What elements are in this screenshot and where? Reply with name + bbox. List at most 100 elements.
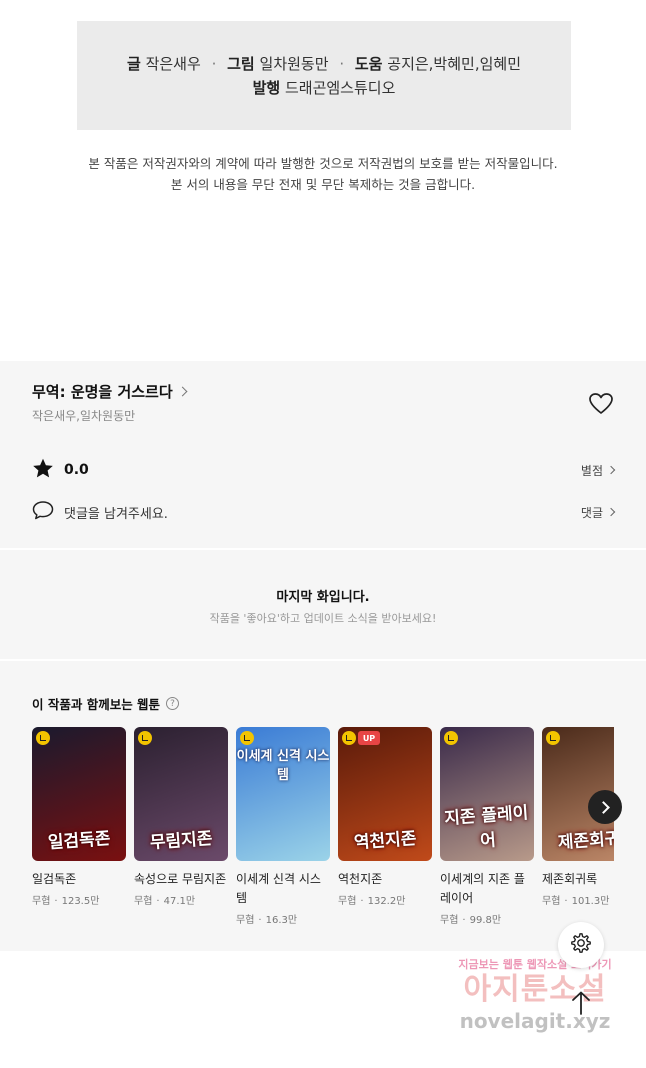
card-meta-separator: · [258, 915, 262, 926]
card-meta: 무협 · 47.1만 [134, 892, 228, 907]
cover-image: 일검독존 [32, 727, 126, 861]
gear-icon [569, 931, 593, 959]
up-badge: UP [358, 731, 380, 745]
recommendation-card[interactable]: 지존 플레이어이세계의 지존 플레이어무협 · 99.8만 [440, 727, 534, 926]
cover-logo-text: 지존 플레이어 [443, 803, 529, 852]
cover-logo-text: 일검독존 [47, 828, 112, 854]
chevron-right-icon [177, 386, 188, 397]
card-title: 이세계의 지존 플레이어 [440, 872, 525, 905]
card-views: 99.8만 [469, 915, 502, 926]
cover-image: 이세계 신격 시스템 [236, 727, 330, 861]
cover-image: UP 역천지존 [338, 727, 432, 861]
credit-role: 발행 [252, 79, 281, 97]
card-title: 속성으로 무림지존 [134, 872, 227, 886]
card-meta-separator: · [360, 896, 364, 907]
clock-icon [138, 731, 152, 745]
card-meta: 무협 · 99.8만 [440, 911, 534, 926]
heart-icon[interactable] [588, 392, 614, 416]
work-title-link[interactable]: 무역: 운명을 거스르다 [32, 381, 188, 402]
cover-logo-text: 이세계 신격 시스템 [236, 749, 330, 783]
card-meta: 무협 · 123.5만 [32, 892, 126, 907]
work-authors: 작은새우,일차원동만 [32, 409, 136, 423]
card-views: 47.1만 [163, 896, 196, 907]
recommendation-card[interactable]: 무림지존속성으로 무림지존무협 · 47.1만 [134, 727, 228, 907]
comment-prompt: 댓글을 남겨주세요. [64, 506, 168, 522]
chevron-right-icon [606, 507, 616, 517]
rating-link-label: 별점 [580, 463, 603, 478]
copyright-notice: 본 작품은 저작권자와의 계약에 따라 발행한 것으로 저작권법의 보호를 받는… [0, 153, 646, 195]
star-icon [32, 458, 54, 483]
chevron-right-icon [606, 465, 616, 475]
credits-line-1: 글 작은새우 · 그림 일차원동만 · 도움 공지은,박혜민,임혜민 [77, 52, 571, 76]
speech-bubble-icon [32, 500, 54, 524]
clock-icon [444, 731, 458, 745]
credit-name: 드래곤엠스튜디오 [284, 79, 396, 97]
credit-name: 일차원동만 [259, 55, 329, 73]
recommendations-heading: 이 작품과 함께보는 웹툰 ? [32, 694, 180, 713]
clock-icon [36, 731, 50, 745]
recommendations-heading-text: 이 작품과 함께보는 웹툰 [32, 697, 161, 712]
credit-role: 글 [126, 55, 141, 73]
work-title: 무역: 운명을 거스르다 [32, 383, 173, 401]
last-episode-title: 마지막 화입니다. [276, 590, 370, 605]
card-genre: 무협 [32, 896, 51, 907]
cover-image: 무림지존 [134, 727, 228, 861]
work-info-panel: 무역: 운명을 거스르다 작은새우,일차원동만 0.0 별점 댓글을 남겨주세요… [0, 361, 646, 548]
recommendation-card[interactable]: 일검독존 일검독존 무협 · 123.5만 [32, 727, 126, 907]
card-meta: 무협 · 16.3만 [236, 911, 330, 926]
clock-icon [342, 731, 356, 745]
card-views: 16.3만 [265, 915, 298, 926]
settings-button[interactable] [558, 922, 604, 968]
chevron-right-icon [596, 800, 610, 814]
credits-box: 글 작은새우 · 그림 일차원동만 · 도움 공지은,박혜민,임혜민 발행 드래… [77, 21, 571, 130]
card-meta-separator: · [564, 896, 568, 907]
card-title: 제존회귀록 [542, 872, 598, 886]
rating-link[interactable]: 별점 [580, 462, 616, 479]
credit-role: 도움 [354, 55, 383, 73]
comment-row[interactable]: 댓글을 남겨주세요. 댓글 [32, 500, 616, 524]
credit-name: 공지은,박혜민,임혜민 [387, 55, 522, 73]
help-icon[interactable]: ? [166, 697, 180, 710]
card-views: 101.3만 [571, 896, 610, 907]
carousel-next-button[interactable] [588, 790, 622, 824]
cover-logo-text: 제존회귀 [557, 828, 614, 854]
card-title: 일검독존 [32, 872, 77, 886]
credit-name: 작은새우 [145, 55, 201, 73]
cover-logo-text: 무림지존 [149, 828, 214, 854]
comment-link[interactable]: 댓글 [580, 504, 616, 521]
card-meta: 무협 · 101.3만 [542, 892, 614, 907]
card-views: 123.5만 [61, 896, 100, 907]
recommendation-carousel: 일검독존 일검독존 무협 · 123.5만 무림지존 속성으로 무림지존 무협 · 47.1만 이세… [32, 727, 614, 951]
cover-image: 지존 플레이어 [440, 727, 534, 861]
rating-value: 0.0 [64, 462, 89, 478]
rating-row: 0.0 별점 [32, 458, 616, 483]
copyright-line-2: 본 서의 내용을 무단 전재 및 무단 복제하는 것을 금합니다. [170, 177, 476, 192]
recommendations-panel: 이 작품과 함께보는 웹툰 ? 일검독존 일검독존 무협 · 123.5만 무림지존 속성으… [0, 661, 646, 951]
card-meta-separator: · [54, 896, 58, 907]
credit-separator: · [339, 55, 345, 73]
card-genre: 무협 [236, 915, 255, 926]
recommendation-card[interactable]: UP 역천지존 역천지존 무협 · 132.2만 [338, 727, 432, 907]
credit-separator: · [211, 55, 217, 73]
card-views: 132.2만 [367, 896, 406, 907]
last-episode-subtitle: 작품을 '좋아요'하고 업데이트 소식을 받아보세요! [209, 612, 437, 625]
card-genre: 무협 [338, 896, 357, 907]
copyright-line-1: 본 작품은 저작권자와의 계약에 따라 발행한 것으로 저작권법의 보호를 받는… [88, 156, 558, 171]
last-episode-panel: 마지막 화입니다. 작품을 '좋아요'하고 업데이트 소식을 받아보세요! [0, 550, 646, 659]
credit-role: 그림 [227, 55, 255, 73]
clock-icon [546, 731, 560, 745]
card-meta: 무협 · 132.2만 [338, 892, 432, 907]
card-meta-separator: · [462, 915, 466, 926]
clock-icon [240, 731, 254, 745]
cover-logo-text: 역천지존 [353, 828, 418, 854]
credits-line-2: 발행 드래곤엠스튜디오 [77, 76, 571, 100]
card-meta-separator: · [156, 896, 160, 907]
watermark-line-1: 지금보는 웹툰 웹작소설 보러가기 [458, 958, 612, 971]
comment-link-label: 댓글 [580, 505, 603, 520]
recommendation-card[interactable]: 이세계 신격 시스템 이세계 신격 시스템 무협 · 16.3만 [236, 727, 330, 926]
card-title: 이세계 신격 시스템 [236, 872, 321, 905]
card-genre: 무협 [542, 896, 561, 907]
scroll-top-button[interactable] [558, 982, 604, 1028]
card-title: 역천지존 [338, 872, 383, 886]
card-genre: 무협 [134, 896, 153, 907]
